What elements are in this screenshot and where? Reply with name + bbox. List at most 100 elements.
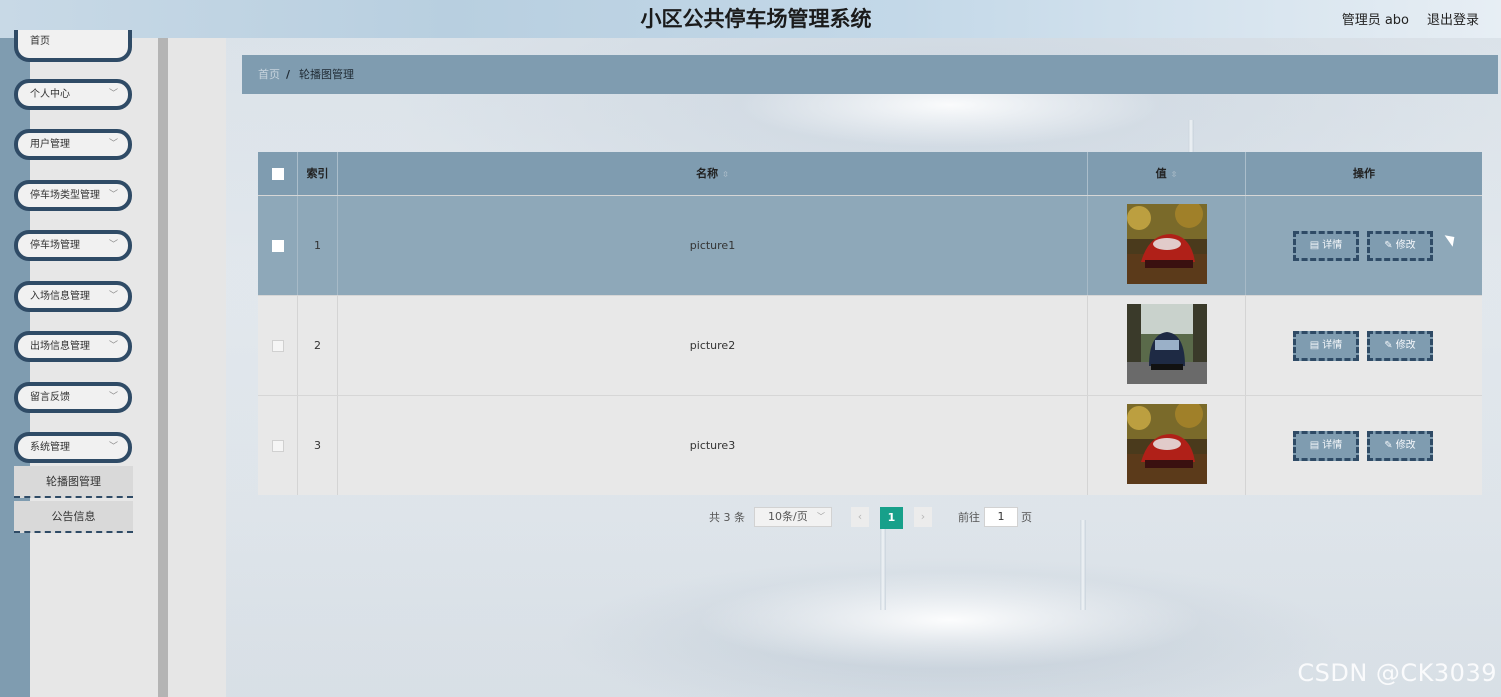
document-icon: ▤ bbox=[1309, 239, 1320, 251]
sidebar-item-label: 首页 bbox=[30, 36, 50, 47]
select-cell bbox=[258, 396, 298, 495]
row-index: 3 bbox=[314, 438, 321, 452]
sidebar-item-parking-type[interactable]: 停车场类型管理 ﹀ bbox=[14, 180, 132, 211]
sidebar-item-label: 出场信息管理 bbox=[30, 341, 90, 352]
page-size-select[interactable]: 10条/页 ﹀ bbox=[754, 507, 832, 527]
select-cell bbox=[258, 196, 298, 295]
car-thumbnail-image bbox=[1127, 404, 1207, 484]
prev-page-button[interactable]: ‹ bbox=[851, 507, 869, 527]
breadcrumb-home[interactable]: 首页 bbox=[258, 55, 280, 94]
content-gutter bbox=[168, 38, 226, 697]
edit-button[interactable]: ✎ 修改 bbox=[1367, 230, 1433, 261]
table-row[interactable]: 1 picture1 ▤ 详情 ✎ 修改 bbox=[258, 195, 1482, 295]
sidebar-item-feedback[interactable]: 留言反馈 ﹀ bbox=[14, 382, 132, 413]
document-icon: ▤ bbox=[1309, 439, 1320, 451]
sidebar-subitem-carousel[interactable]: 轮播图管理 bbox=[14, 466, 133, 498]
sidebar-item-system-management[interactable]: 系统管理 ﹀ bbox=[14, 432, 132, 463]
sidebar-item-exit-info[interactable]: 出场信息管理 ﹀ bbox=[14, 331, 132, 362]
header-value-label: 值 bbox=[1155, 167, 1167, 180]
logout-link[interactable]: 退出登录 bbox=[1427, 9, 1479, 28]
chevron-left-icon: ‹ bbox=[857, 510, 863, 523]
select-all-checkbox[interactable] bbox=[272, 167, 284, 180]
background-pillar bbox=[1080, 520, 1086, 610]
sidebar-item-entry-info[interactable]: 入场信息管理 ﹀ bbox=[14, 281, 132, 312]
header-name-label: 名称 bbox=[696, 167, 719, 180]
header-name[interactable]: 名称 ⇳ bbox=[338, 152, 1088, 195]
row-name: picture3 bbox=[689, 438, 736, 452]
actions-cell: ▤ 详情 ✎ 修改 bbox=[1246, 196, 1482, 295]
edit-button-label: 修改 bbox=[1395, 239, 1416, 251]
detail-button-label: 详情 bbox=[1322, 239, 1343, 251]
table-header: 索引 名称 ⇳ 值 ⇳ 操作 bbox=[258, 152, 1482, 195]
sort-icon[interactable]: ⇳ bbox=[722, 170, 729, 179]
header-value[interactable]: 值 ⇳ bbox=[1088, 152, 1246, 195]
chevron-down-icon: ﹀ bbox=[108, 442, 118, 452]
actions-cell: ▤ 详情 ✎ 修改 bbox=[1246, 296, 1482, 395]
sidebar-subitem-notice[interactable]: 公告信息 bbox=[14, 501, 133, 533]
edit-button-label: 修改 bbox=[1395, 339, 1416, 351]
table-row[interactable]: 3 picture3 ▤ 详情 ✎ 修改 bbox=[258, 395, 1482, 495]
header-actions: 操作 bbox=[1353, 167, 1375, 180]
chevron-down-icon: ﹀ bbox=[108, 392, 118, 402]
goto-label: 前往 bbox=[958, 511, 980, 524]
index-cell: 2 bbox=[298, 296, 338, 395]
pencil-icon: ✎ bbox=[1384, 439, 1393, 451]
actions-cell: ▤ 详情 ✎ 修改 bbox=[1246, 396, 1482, 495]
row-checkbox[interactable] bbox=[272, 439, 284, 452]
app-title: 小区公共停车场管理系统 bbox=[640, 7, 872, 31]
sidebar-divider bbox=[158, 38, 168, 697]
chevron-right-icon: › bbox=[920, 510, 926, 523]
row-checkbox[interactable] bbox=[272, 239, 284, 252]
edit-button-label: 修改 bbox=[1395, 439, 1416, 451]
sidebar-item-label: 留言反馈 bbox=[30, 392, 70, 403]
sidebar-item-parking-lot[interactable]: 停车场管理 ﹀ bbox=[14, 230, 132, 261]
car-thumbnail-image bbox=[1127, 204, 1207, 284]
name-cell: picture2 bbox=[338, 296, 1088, 395]
sidebar-item-label: 停车场管理 bbox=[30, 240, 80, 251]
index-cell: 1 bbox=[298, 196, 338, 295]
goto-page-input[interactable]: 1 bbox=[984, 507, 1018, 527]
chevron-down-icon: ﹀ bbox=[108, 341, 118, 351]
detail-button[interactable]: ▤ 详情 bbox=[1293, 230, 1359, 261]
page-size-value: 10条/页 bbox=[768, 510, 808, 523]
value-cell bbox=[1088, 196, 1246, 295]
top-header: 小区公共停车场管理系统 管理员 abo 退出登录 bbox=[0, 0, 1501, 38]
detail-button[interactable]: ▤ 详情 bbox=[1293, 430, 1359, 461]
edit-button[interactable]: ✎ 修改 bbox=[1367, 430, 1433, 461]
goto-page-suffix: 页 bbox=[1021, 511, 1032, 524]
select-cell bbox=[258, 296, 298, 395]
sidebar-item-label: 个人中心 bbox=[30, 89, 70, 100]
sidebar-item-user-management[interactable]: 用户管理 ﹀ bbox=[14, 129, 132, 160]
edit-button[interactable]: ✎ 修改 bbox=[1367, 330, 1433, 361]
value-cell bbox=[1088, 296, 1246, 395]
sidebar-item-home[interactable]: 首页 bbox=[14, 30, 132, 62]
detail-button-label: 详情 bbox=[1322, 439, 1343, 451]
row-checkbox[interactable] bbox=[272, 339, 284, 352]
index-cell: 3 bbox=[298, 396, 338, 495]
detail-button-label: 详情 bbox=[1322, 339, 1343, 351]
breadcrumb-separator: / bbox=[286, 68, 291, 81]
sidebar-item-label: 用户管理 bbox=[30, 139, 70, 150]
pencil-icon: ✎ bbox=[1384, 239, 1393, 251]
sidebar-item-label: 入场信息管理 bbox=[30, 291, 90, 302]
background-pillar bbox=[880, 520, 886, 610]
detail-button[interactable]: ▤ 详情 bbox=[1293, 330, 1359, 361]
value-cell bbox=[1088, 396, 1246, 495]
chevron-down-icon: ﹀ bbox=[817, 512, 825, 521]
row-index: 2 bbox=[314, 338, 321, 352]
next-page-button[interactable]: › bbox=[914, 507, 932, 527]
name-cell: picture3 bbox=[338, 396, 1088, 495]
sidebar-item-label: 系统管理 bbox=[30, 442, 70, 453]
header-index: 索引 bbox=[298, 152, 338, 195]
row-name: picture2 bbox=[689, 338, 736, 352]
table-row[interactable]: 2 picture2 ▤ 详情 ✎ 修改 bbox=[258, 295, 1482, 395]
header-select-cell bbox=[258, 152, 298, 195]
sidebar-item-personal-center[interactable]: 个人中心 ﹀ bbox=[14, 79, 132, 110]
sort-icon[interactable]: ⇳ bbox=[1171, 170, 1178, 179]
current-user: 管理员 abo bbox=[1341, 13, 1409, 28]
breadcrumb: 首页 / 轮播图管理 bbox=[242, 55, 1498, 94]
sidebar-item-label: 停车场类型管理 bbox=[30, 190, 100, 201]
page-number-current[interactable]: 1 bbox=[880, 507, 903, 529]
row-index: 1 bbox=[314, 238, 321, 252]
data-table: 索引 名称 ⇳ 值 ⇳ 操作 1 picture1 ▤ 详情 ✎ 修改 2 pi… bbox=[258, 152, 1482, 496]
